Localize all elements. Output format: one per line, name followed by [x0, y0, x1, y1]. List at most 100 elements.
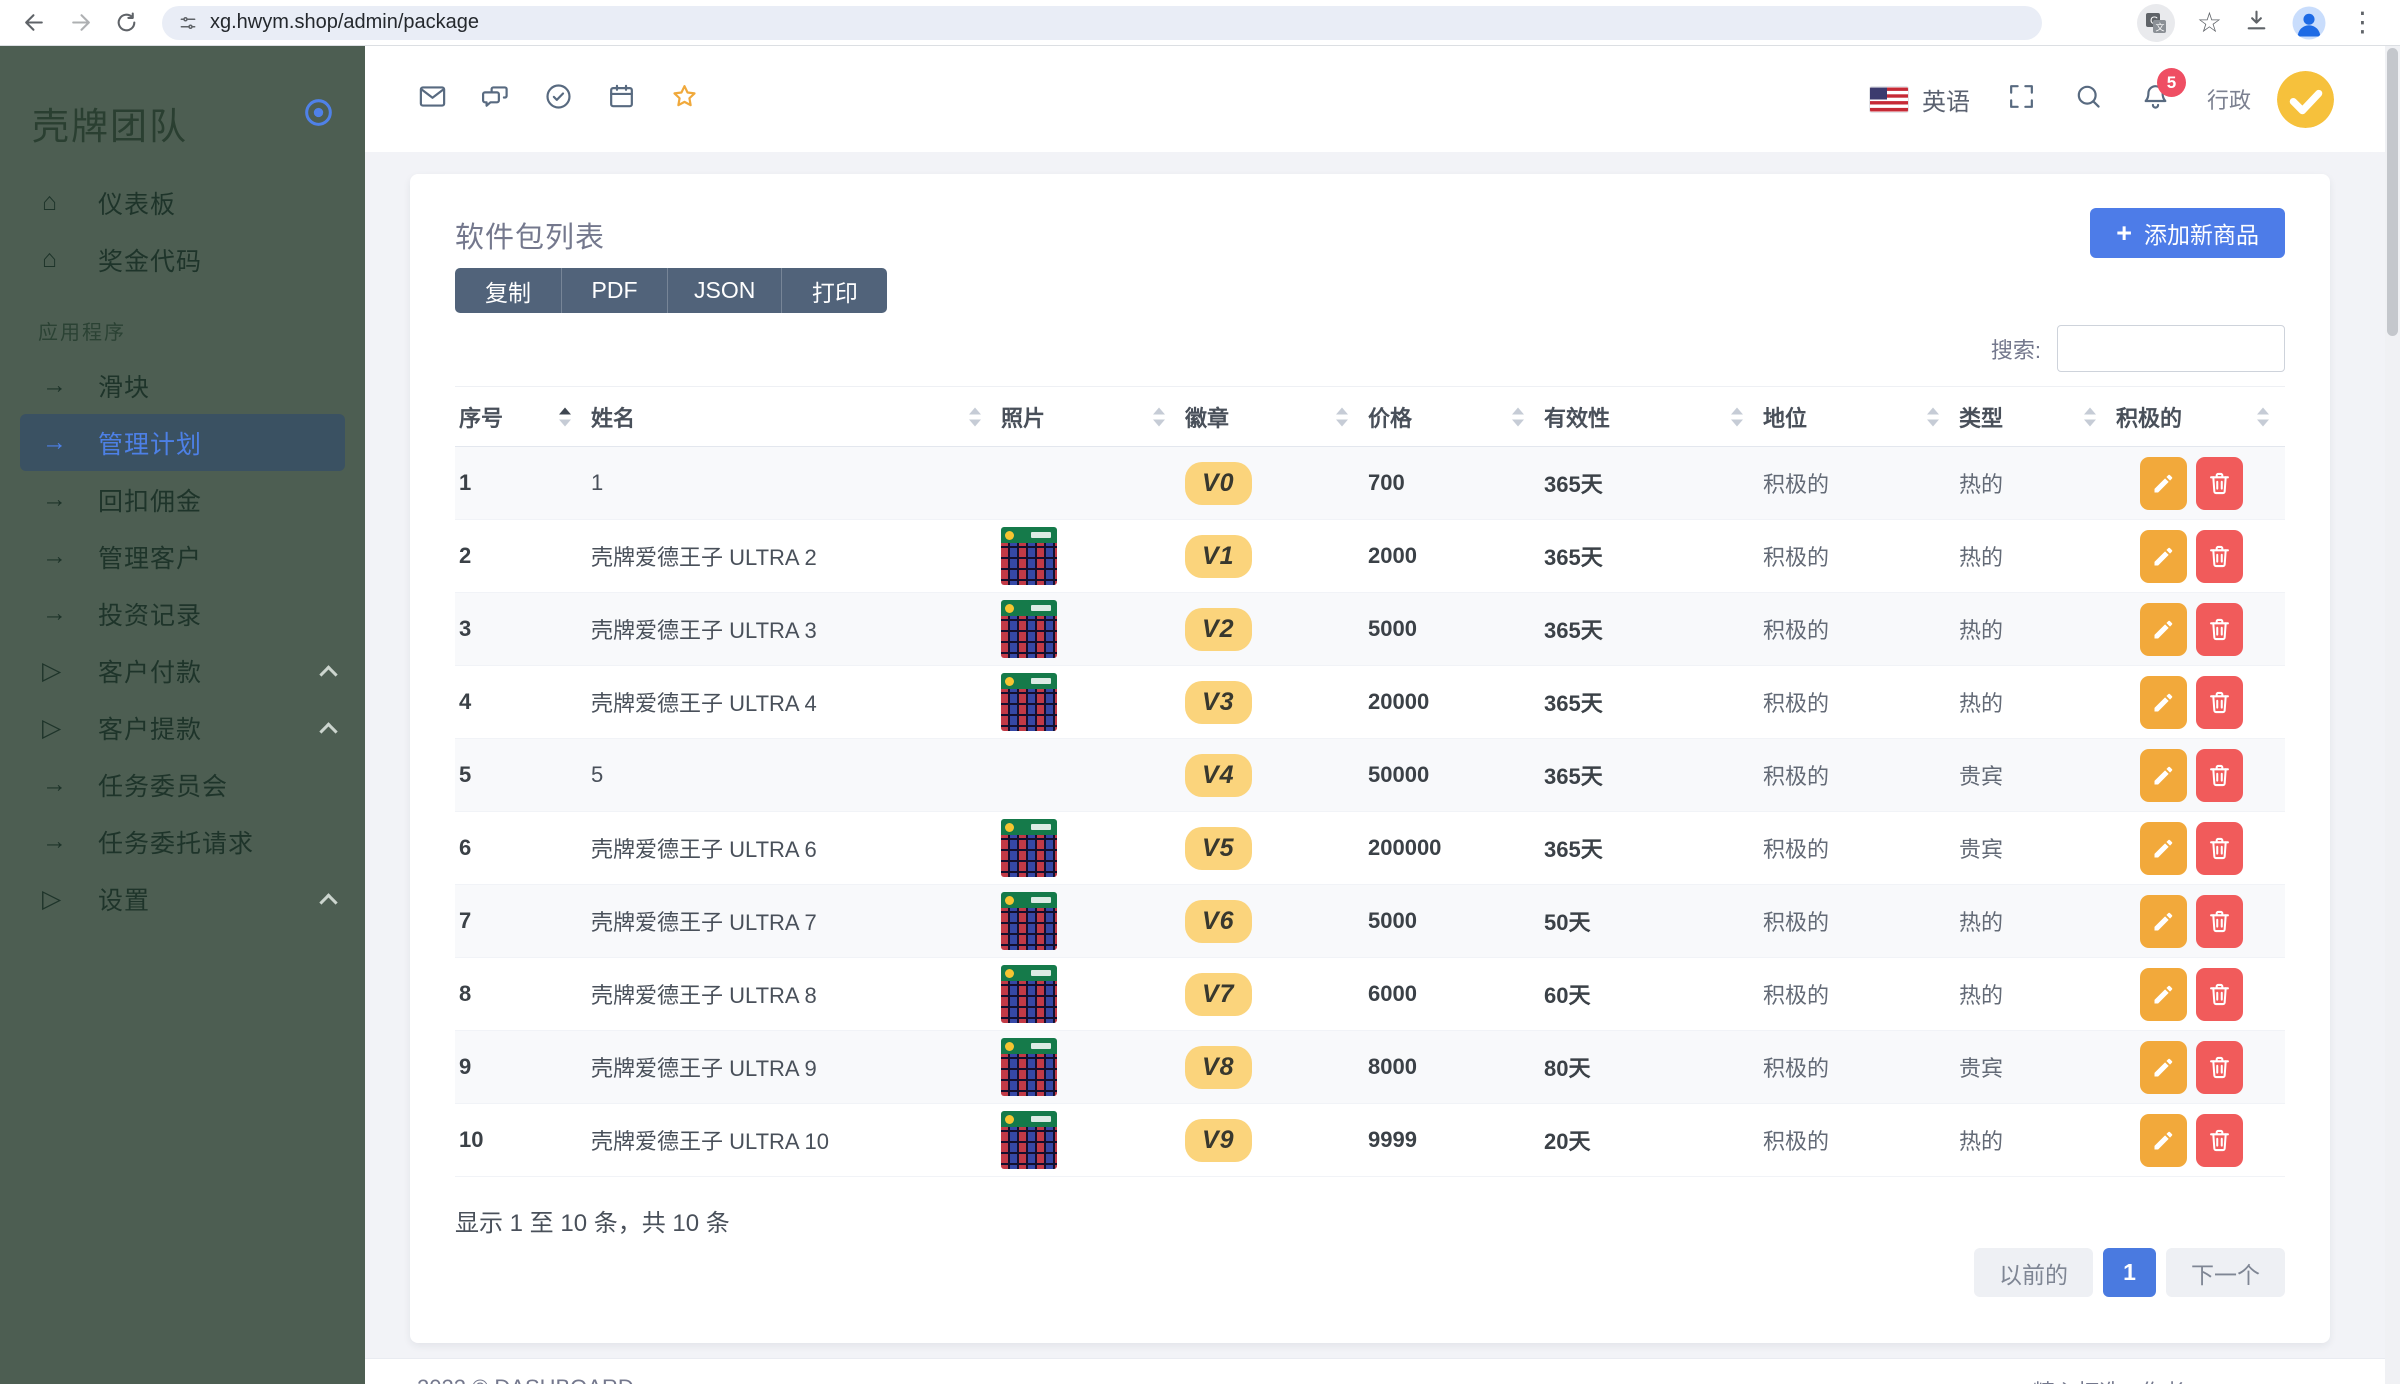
edit-button[interactable]: [2140, 530, 2187, 583]
cell-status: 积极的: [1759, 812, 1955, 885]
edit-button[interactable]: [2140, 968, 2187, 1021]
download-icon[interactable]: [2244, 8, 2269, 38]
star-icon[interactable]: [669, 81, 700, 117]
column-header-label: 类型: [1959, 406, 2003, 431]
bookmark-star-icon[interactable]: ☆: [2197, 9, 2222, 37]
fullscreen-icon[interactable]: [2006, 81, 2037, 117]
column-header[interactable]: 有效性: [1540, 387, 1759, 447]
delete-button[interactable]: [2196, 749, 2243, 802]
kebab-menu-icon[interactable]: ⋮: [2349, 9, 2376, 36]
browser-profile-icon[interactable]: [2291, 5, 2327, 41]
edit-button[interactable]: [2140, 895, 2187, 948]
translate-icon[interactable]: G文: [2137, 4, 2175, 42]
sidebar-item[interactable]: → 投资记录: [0, 585, 365, 642]
cell-actions: [2112, 1104, 2285, 1177]
mail-icon[interactable]: [417, 81, 448, 117]
delete-button[interactable]: [2196, 1041, 2243, 1094]
delete-button[interactable]: [2196, 1114, 2243, 1167]
sort-carets: [1336, 407, 1348, 426]
chat-icon[interactable]: [480, 81, 511, 117]
export-button[interactable]: JSON: [667, 268, 781, 313]
edit-button[interactable]: [2140, 749, 2187, 802]
cell-status: 积极的: [1759, 885, 1955, 958]
edit-button[interactable]: [2140, 822, 2187, 875]
table-row: 2 壳牌爱德王子 ULTRA 2 V1 2000 365天 积极的 热的: [455, 520, 2285, 593]
sort-desc-icon: [969, 419, 981, 426]
edit-button[interactable]: [2140, 603, 2187, 656]
add-product-button[interactable]: + 添加新商品: [2090, 208, 2285, 258]
cell-photo: [997, 666, 1181, 739]
sidebar-item[interactable]: ▷ 客户提款: [0, 699, 365, 756]
search-input[interactable]: [2057, 325, 2285, 372]
column-header[interactable]: 地位: [1759, 387, 1955, 447]
edit-button[interactable]: [2140, 676, 2187, 729]
previous-page-button[interactable]: 以前的: [1974, 1248, 2093, 1297]
notifications-bell-icon[interactable]: 5: [2140, 81, 2171, 117]
back-arrow-icon[interactable]: [16, 5, 52, 41]
scrollbar-thumb[interactable]: [2387, 48, 2398, 336]
record-target-icon[interactable]: [302, 96, 335, 134]
sidebar-item[interactable]: → 任务委员会: [0, 756, 365, 813]
export-button[interactable]: 打印: [781, 268, 887, 313]
reload-icon[interactable]: [108, 5, 144, 41]
sort-carets: [969, 407, 981, 426]
cell-badge: V7: [1181, 958, 1364, 1031]
table-row: 10 壳牌爱德王子 ULTRA 10 V9 9999 20天 积极的 热的: [455, 1104, 2285, 1177]
language-selector[interactable]: 英语: [1870, 82, 1970, 117]
column-header[interactable]: 照片: [997, 387, 1181, 447]
edit-button[interactable]: [2140, 1041, 2187, 1094]
column-header[interactable]: 徽章: [1181, 387, 1364, 447]
sort-asc-icon: [1336, 407, 1348, 414]
cell-name: 1: [587, 447, 997, 520]
delete-button[interactable]: [2196, 676, 2243, 729]
search-icon[interactable]: [2073, 81, 2104, 117]
current-page-button[interactable]: 1: [2103, 1248, 2156, 1297]
address-bar[interactable]: xg.hwym.shop/admin/package: [162, 6, 2042, 40]
check-circle-icon[interactable]: [543, 81, 574, 117]
search-label: 搜索:: [1991, 333, 2041, 365]
edit-button[interactable]: [2140, 1114, 2187, 1167]
column-header[interactable]: 姓名: [587, 387, 997, 447]
column-header[interactable]: 序号: [455, 387, 587, 447]
sidebar-item[interactable]: ⌂ 仪表板: [0, 174, 365, 231]
delete-button[interactable]: [2196, 822, 2243, 875]
table-row: 7 壳牌爱德王子 ULTRA 7 V6 5000 50天 积极的 热的: [455, 885, 2285, 958]
delete-button[interactable]: [2196, 895, 2243, 948]
forward-arrow-icon[interactable]: [62, 5, 98, 41]
sidebar-item-icon: →: [42, 428, 74, 457]
export-button[interactable]: 复制: [455, 268, 561, 313]
cell-price: 9999: [1364, 1104, 1540, 1177]
export-button[interactable]: PDF: [561, 268, 667, 313]
cell-validity: 50天: [1540, 885, 1759, 958]
delete-button[interactable]: [2196, 603, 2243, 656]
sidebar-item[interactable]: → 管理客户: [0, 528, 365, 585]
delete-button[interactable]: [2196, 530, 2243, 583]
delete-button[interactable]: [2196, 968, 2243, 1021]
sidebar-item[interactable]: → 管理计划: [20, 414, 345, 471]
sidebar-item[interactable]: → 滑块: [0, 357, 365, 414]
edit-button[interactable]: [2140, 457, 2187, 510]
sidebar-item[interactable]: ▷ 客户付款: [0, 642, 365, 699]
site-settings-icon[interactable]: [178, 13, 198, 33]
cell-validity: 365天: [1540, 739, 1759, 812]
user-avatar[interactable]: [2277, 71, 2334, 128]
cell-name: 壳牌爱德王子 ULTRA 4: [587, 666, 997, 739]
column-header[interactable]: 价格: [1364, 387, 1540, 447]
cell-name: 壳牌爱德王子 ULTRA 6: [587, 812, 997, 885]
delete-button[interactable]: [2196, 457, 2243, 510]
cell-validity: 80天: [1540, 1031, 1759, 1104]
sidebar-item[interactable]: → 回扣佣金: [0, 471, 365, 528]
sidebar-item[interactable]: ▷ 设置: [0, 870, 365, 927]
page-scrollbar[interactable]: [2385, 46, 2400, 1384]
cell-validity: 365天: [1540, 593, 1759, 666]
column-header[interactable]: 类型: [1955, 387, 2112, 447]
cell-type: 热的: [1955, 958, 2112, 1031]
calendar-icon[interactable]: [606, 81, 637, 117]
vip-badge: V0: [1185, 462, 1252, 505]
sidebar-item[interactable]: → 任务委托请求: [0, 813, 365, 870]
app-frame: 壳牌团队 ⌂ 仪表板 ⌂ 奖金代码 应用程序 → 滑块 → 管理计划 → 回扣佣…: [0, 46, 2400, 1384]
sidebar-item[interactable]: ⌂ 奖金代码: [0, 231, 365, 288]
cell-type: 贵宾: [1955, 739, 2112, 812]
column-header[interactable]: 积极的: [2112, 387, 2285, 447]
next-page-button[interactable]: 下一个: [2166, 1248, 2285, 1297]
